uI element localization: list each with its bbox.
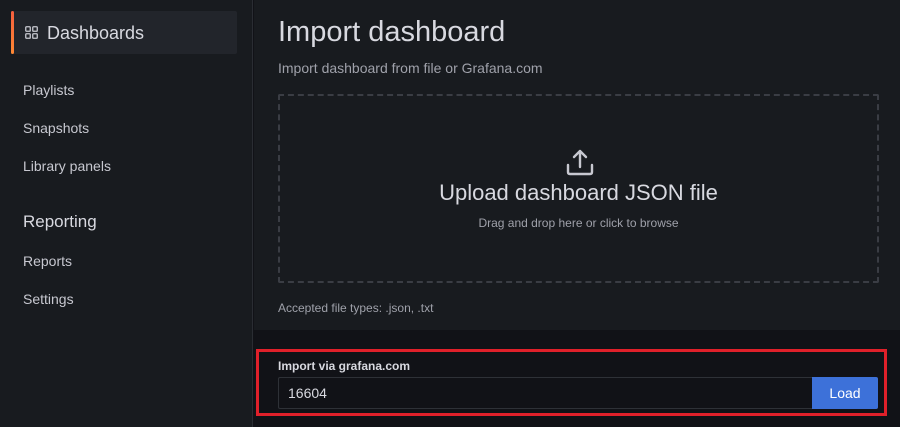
dropzone-title: Upload dashboard JSON file — [439, 180, 718, 205]
sidebar-section-reporting[interactable]: Reporting — [23, 212, 97, 232]
apps-grid-icon — [25, 26, 38, 39]
active-accent-bar — [11, 11, 14, 54]
main-content: Import dashboard Import dashboard from f… — [254, 0, 900, 427]
load-button[interactable]: Load — [812, 377, 878, 409]
grafana-id-input[interactable] — [278, 377, 812, 409]
page-title: Import dashboard — [278, 16, 506, 48]
sidebar-item-reports[interactable]: Reports — [23, 253, 72, 269]
sidebar: Dashboards Playlists Snapshots Library p… — [0, 0, 253, 427]
upload-dropzone[interactable]: Upload dashboard JSON file Drag and drop… — [278, 94, 879, 283]
sidebar-item-playlists[interactable]: Playlists — [23, 82, 74, 98]
dropzone-hint: Drag and drop here or click to browse — [478, 216, 679, 230]
grafana-import-label: Import via grafana.com — [278, 359, 411, 373]
page-subtitle: Import dashboard from file or Grafana.co… — [278, 60, 543, 76]
sidebar-header-title: Dashboards — [47, 23, 145, 43]
sidebar-item-library-panels[interactable]: Library panels — [23, 158, 111, 174]
sidebar-header-dashboards[interactable]: Dashboards — [11, 11, 237, 54]
accepted-file-types: Accepted file types: .json, .txt — [278, 301, 434, 315]
sidebar-item-settings[interactable]: Settings — [23, 291, 74, 307]
upload-icon — [566, 149, 594, 176]
sidebar-item-snapshots[interactable]: Snapshots — [23, 120, 89, 136]
